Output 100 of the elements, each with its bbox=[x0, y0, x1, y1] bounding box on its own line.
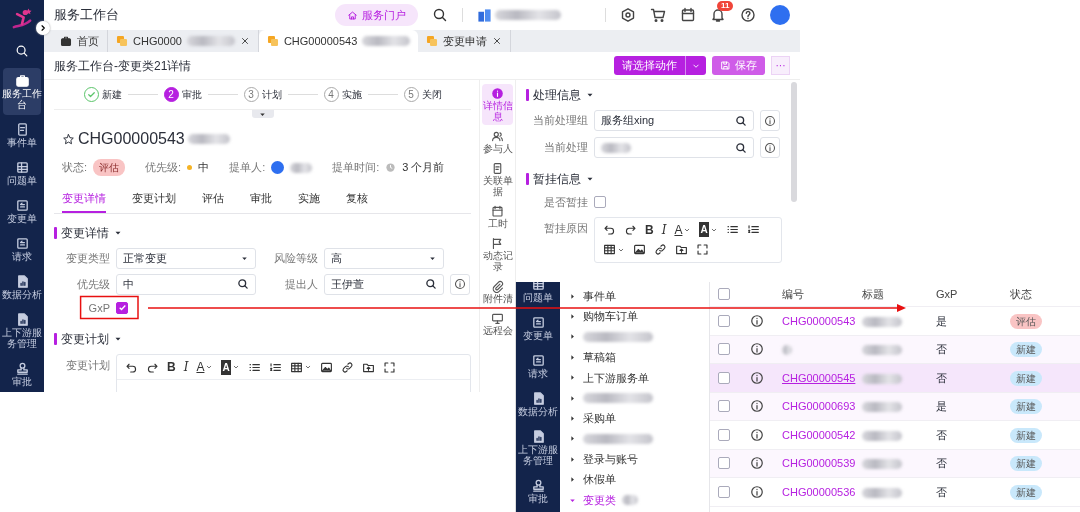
tree-item[interactable]: 采购单 bbox=[568, 408, 616, 429]
bold-button[interactable]: B bbox=[165, 358, 178, 376]
checkbox[interactable] bbox=[718, 288, 730, 300]
tree-item[interactable]: 上下游服务单 bbox=[568, 367, 649, 388]
field-label: 提出人 bbox=[284, 276, 318, 292]
info-button[interactable] bbox=[450, 273, 470, 295]
detail-tab[interactable]: 变更计划 bbox=[132, 186, 176, 213]
checkbox[interactable] bbox=[594, 196, 606, 209]
nav-item[interactable]: 问题单 bbox=[3, 155, 41, 191]
text-editor[interactable]: B I A A bbox=[594, 216, 782, 263]
checkbox[interactable] bbox=[718, 343, 730, 356]
table-row[interactable]: 否 新建 bbox=[710, 335, 1080, 364]
select-field[interactable]: 正常变更 bbox=[116, 247, 256, 269]
checkbox[interactable] bbox=[718, 400, 730, 413]
checkbox[interactable] bbox=[718, 457, 730, 470]
side-nav-item[interactable]: 远程会 bbox=[482, 309, 513, 339]
nav-item[interactable]: 变更单 bbox=[519, 310, 557, 346]
italic-button[interactable]: I bbox=[659, 220, 669, 239]
nav-item[interactable]: 问题单 bbox=[519, 282, 557, 308]
field-label: 当前处理 bbox=[543, 140, 588, 156]
page-tab[interactable]: CHG00000543 bbox=[258, 30, 419, 52]
nav-item[interactable]: 服务工作台 bbox=[3, 68, 41, 115]
detail-tab[interactable]: 复核 bbox=[346, 186, 368, 213]
tree-item[interactable]: 购物车订单 bbox=[568, 306, 638, 327]
record-link[interactable]: CHG00000545 bbox=[782, 371, 856, 384]
nav-item[interactable]: 请求 bbox=[3, 231, 41, 267]
table-row[interactable]: CHG00000543 是 评估 bbox=[710, 307, 1080, 336]
swap-icon bbox=[14, 236, 30, 251]
nav-item[interactable]: 事件单 bbox=[3, 117, 41, 153]
highlight-button[interactable]: A bbox=[697, 220, 720, 239]
nav-item[interactable]: 数据分析 bbox=[3, 269, 41, 305]
avatar[interactable] bbox=[770, 5, 790, 25]
checkbox[interactable] bbox=[718, 485, 730, 498]
tree-item[interactable]: 登录与账号 bbox=[568, 449, 638, 470]
checkbox[interactable] bbox=[718, 428, 730, 441]
bold-button[interactable]: B bbox=[643, 220, 656, 239]
checkbox[interactable] bbox=[718, 314, 730, 327]
blurred-text bbox=[583, 393, 653, 404]
action-select-button[interactable]: 请选择动作 bbox=[614, 56, 685, 75]
caret-right-icon bbox=[568, 475, 577, 485]
search-icon bbox=[237, 278, 249, 290]
nav-item[interactable]: 审批 bbox=[519, 473, 557, 509]
record-link[interactable]: CHG00000542 bbox=[782, 428, 856, 441]
detail-tab[interactable]: 评估 bbox=[202, 186, 224, 213]
text-editor[interactable]: B I A A bbox=[116, 354, 471, 392]
page-tab[interactable]: 首页 bbox=[52, 30, 108, 52]
nav-item[interactable]: 数据分析 bbox=[519, 386, 557, 422]
nav-item[interactable]: 请求 bbox=[519, 348, 557, 384]
side-nav-item[interactable]: 参与人 bbox=[482, 127, 513, 157]
tree-item[interactable]: 休假单 bbox=[568, 469, 616, 490]
field-label: 变更类型 bbox=[65, 250, 110, 266]
portal-button[interactable]: 服务门户 bbox=[335, 3, 418, 27]
table-row[interactable]: CHG00000542 否 新建 bbox=[710, 421, 1080, 450]
table-row[interactable]: CHG00000536 否 新建 bbox=[710, 478, 1080, 507]
side-nav-item[interactable]: 附件清 bbox=[482, 277, 513, 307]
expand-button[interactable] bbox=[36, 21, 50, 35]
record-link[interactable]: CHG00000543 bbox=[782, 314, 856, 327]
info-button[interactable] bbox=[760, 137, 780, 158]
select-field[interactable]: 高 bbox=[324, 247, 444, 269]
lookup-field[interactable] bbox=[594, 137, 754, 158]
checkbox[interactable] bbox=[116, 301, 128, 314]
detail-tab[interactable]: 变更详情 bbox=[62, 186, 106, 213]
italic-button[interactable]: I bbox=[181, 358, 191, 376]
lookup-field[interactable]: 王伊萱 bbox=[324, 273, 444, 295]
page-tab[interactable]: 变更申请 bbox=[418, 30, 512, 52]
record-link[interactable]: CHG00000693 bbox=[782, 400, 856, 412]
record-link[interactable]: CHG00000539 bbox=[782, 457, 856, 469]
scrollbar[interactable] bbox=[791, 82, 797, 202]
font-color-button[interactable]: A bbox=[194, 358, 216, 376]
side-nav-item[interactable]: 详情信息 bbox=[482, 84, 513, 125]
record-link[interactable]: CHG00000536 bbox=[782, 485, 856, 498]
column-header: 编号 bbox=[782, 286, 805, 302]
highlight-button[interactable]: A bbox=[219, 358, 242, 376]
checkbox[interactable] bbox=[718, 371, 730, 384]
detail-tab[interactable]: 审批 bbox=[250, 186, 272, 213]
tree-item[interactable]: 草稿箱 bbox=[568, 347, 616, 368]
detail-tab[interactable]: 实施 bbox=[298, 186, 320, 213]
table-row[interactable]: CHG00000545 否 新建 bbox=[710, 364, 1080, 393]
more-button[interactable]: ··· bbox=[771, 56, 790, 75]
side-nav-item[interactable]: 关联单据 bbox=[482, 159, 513, 200]
side-nav-item[interactable]: 工时 bbox=[482, 202, 513, 232]
nav-item[interactable]: 审批 bbox=[3, 356, 41, 392]
nav-item[interactable]: 变更单 bbox=[3, 193, 41, 229]
notification-badge: 11 bbox=[717, 1, 734, 11]
side-nav-item[interactable]: 动态记录 bbox=[482, 234, 513, 275]
lookup-field[interactable]: 中 bbox=[116, 273, 256, 295]
tree-item[interactable]: 变更类 bbox=[568, 489, 638, 511]
lookup-field[interactable]: 服务组xing bbox=[594, 110, 754, 131]
grid-icon bbox=[530, 282, 546, 292]
table-row[interactable]: CHG00000693 是 新建 bbox=[710, 392, 1080, 421]
nav-item[interactable]: 上下游服务管理 bbox=[519, 424, 557, 471]
page-tab[interactable]: CHG0000 bbox=[108, 30, 259, 52]
number-list-icon bbox=[746, 223, 760, 236]
table-row[interactable]: CHG00000539 否 新建 bbox=[710, 449, 1080, 478]
collapse-handle[interactable] bbox=[251, 110, 274, 118]
nav-item[interactable]: 上下游服务管理 bbox=[3, 307, 41, 354]
info-button[interactable] bbox=[760, 110, 780, 131]
font-color-button[interactable]: A bbox=[672, 220, 694, 239]
section-title: 处理信息 bbox=[533, 87, 581, 104]
tree-item[interactable]: 事件单 bbox=[568, 286, 616, 307]
